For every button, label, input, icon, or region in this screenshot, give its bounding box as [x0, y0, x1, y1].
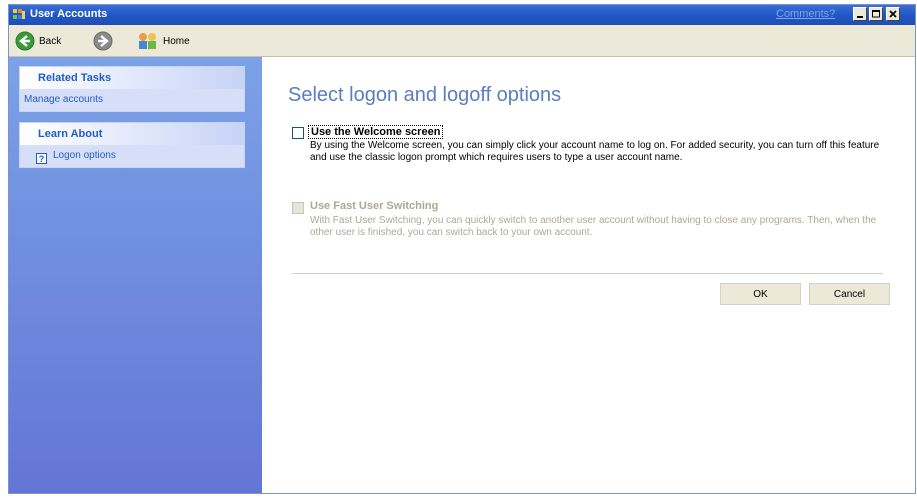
divider [292, 273, 883, 274]
welcome-screen-description: By using the Welcome screen, you can sim… [310, 140, 880, 163]
cancel-button[interactable]: Cancel [809, 283, 890, 305]
main-content: Select logon and logoff options Use the … [262, 57, 915, 493]
fast-user-switching-description: With Fast User Switching, you can quickl… [310, 215, 877, 238]
fast-user-switching-checkbox[interactable] [292, 202, 304, 214]
related-tasks-panel: Related Tasks Manage accounts [19, 66, 245, 112]
manage-accounts-link[interactable]: Manage accounts [20, 89, 244, 111]
window-title: User Accounts [30, 8, 108, 20]
title-bar[interactable]: User Accounts Comments? [9, 5, 915, 25]
user-accounts-window: User Accounts Comments? Back Home Relate… [8, 4, 916, 494]
learn-about-panel: Learn About ? Logon options [19, 122, 245, 168]
minimize-button[interactable] [853, 7, 867, 21]
comments-link[interactable]: Comments? [776, 8, 835, 20]
welcome-screen-label[interactable]: Use the Welcome screen [308, 125, 444, 139]
toolbar: Back Home [9, 25, 915, 57]
close-button[interactable] [886, 7, 900, 21]
help-icon: ? [36, 151, 47, 164]
close-icon [889, 10, 897, 18]
fast-user-switching-label[interactable]: Use Fast User Switching [310, 200, 438, 212]
minimize-icon [857, 16, 863, 18]
maximize-button[interactable] [869, 7, 883, 21]
sidebar: Related Tasks Manage accounts Learn Abou… [9, 57, 262, 493]
home-users-icon [139, 33, 156, 49]
forward-arrow-icon [93, 31, 113, 51]
home-label: Home [163, 35, 190, 47]
home-button[interactable]: Home [137, 31, 190, 51]
svg-text:?: ? [39, 154, 45, 164]
forward-button[interactable] [93, 31, 113, 51]
ok-button[interactable]: OK [720, 283, 801, 305]
welcome-screen-checkbox[interactable] [292, 127, 304, 139]
page-title: Select logon and logoff options [288, 84, 562, 106]
related-tasks-title: Related Tasks [20, 67, 244, 89]
back-label: Back [39, 35, 62, 47]
learn-about-title: Learn About [20, 123, 244, 145]
logon-options-link[interactable]: ? Logon options [20, 145, 244, 167]
user-accounts-icon [13, 8, 26, 21]
logon-options-label: Logon options [53, 150, 116, 161]
manage-accounts-label: Manage accounts [24, 94, 103, 105]
back-arrow-icon [15, 31, 35, 51]
maximize-icon [872, 10, 880, 18]
back-button[interactable]: Back [15, 31, 61, 51]
